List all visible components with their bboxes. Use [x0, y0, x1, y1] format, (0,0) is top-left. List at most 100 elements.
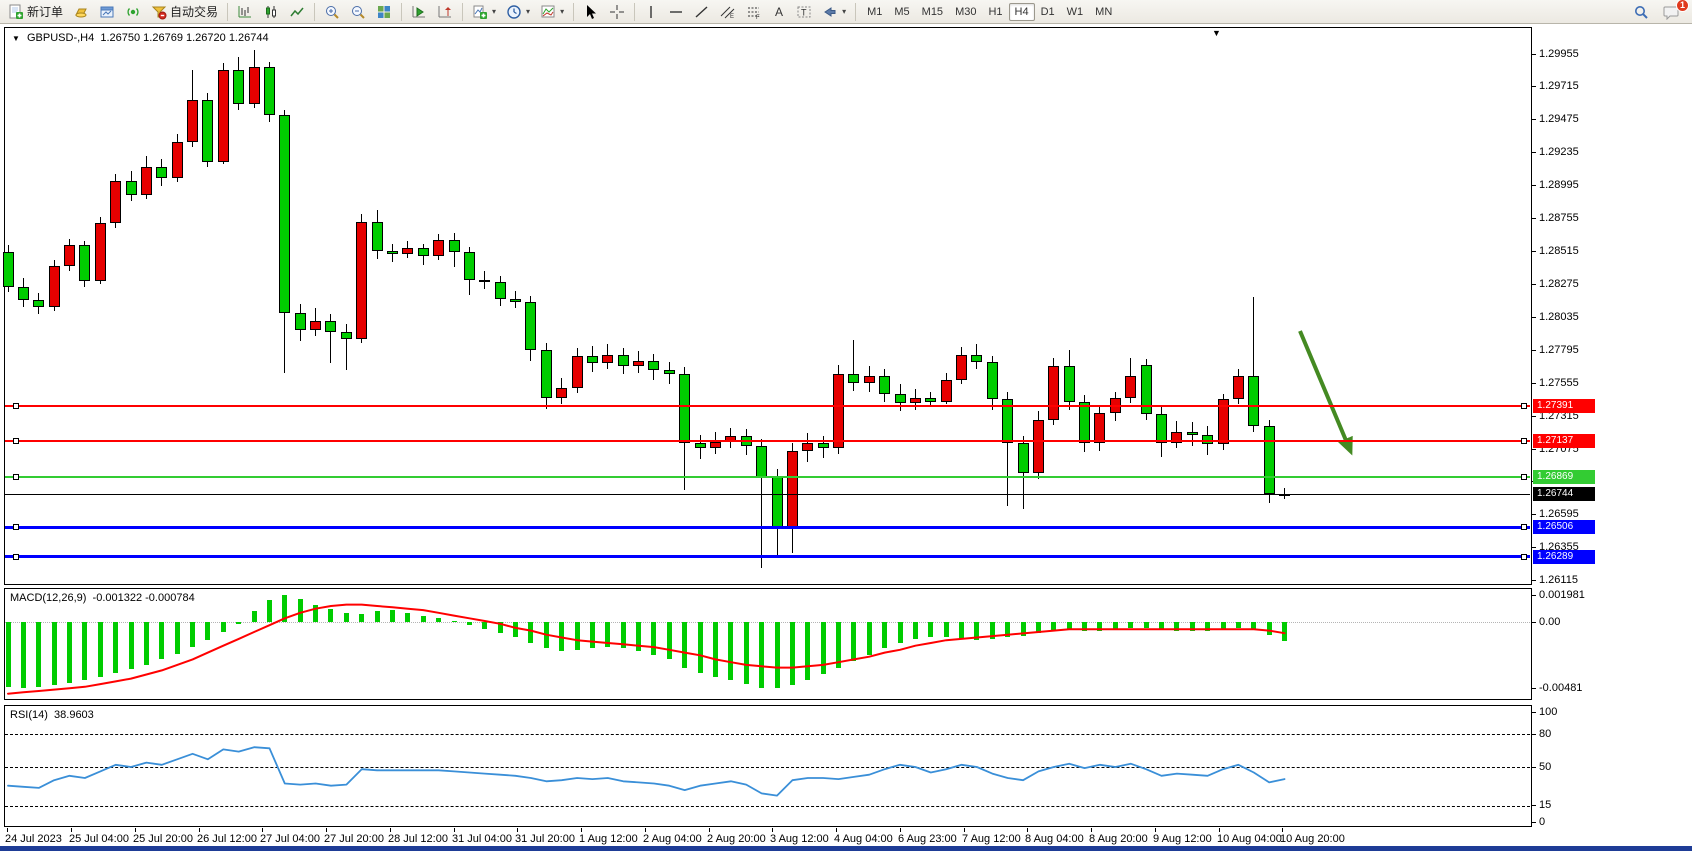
line-handle[interactable]: [13, 438, 19, 444]
rsi-level-line: [5, 806, 1530, 807]
object-hline[interactable]: [5, 476, 1530, 478]
candle-body: [202, 100, 213, 162]
macd-histogram-bar: [898, 622, 903, 643]
vertical-line-tool-button[interactable]: [640, 2, 662, 22]
timeframe-button-m30[interactable]: M30: [949, 3, 982, 21]
time-tick-mark: [836, 828, 837, 832]
macd-histogram-bar: [144, 622, 149, 664]
timeframe-button-m5[interactable]: M5: [888, 3, 915, 21]
candle-body: [1156, 414, 1167, 443]
periods-button[interactable]: ▾: [502, 2, 534, 22]
object-hline[interactable]: [5, 440, 1530, 442]
price-chart-pane[interactable]: [4, 27, 1532, 585]
line-handle[interactable]: [13, 554, 19, 560]
cursor-tool-button[interactable]: [579, 2, 603, 22]
line-handle[interactable]: [1521, 403, 1527, 409]
rsi-pane[interactable]: [4, 705, 1532, 827]
dropdown-caret-icon: ▾: [526, 7, 530, 16]
indicators-button[interactable]: ▾: [468, 2, 500, 22]
timeframe-button-h1[interactable]: H1: [982, 3, 1008, 21]
timeframe-button-m1[interactable]: M1: [861, 3, 888, 21]
timeframe-button-w1[interactable]: W1: [1061, 3, 1090, 21]
time-tick-mark: [900, 828, 901, 832]
line-handle[interactable]: [13, 524, 19, 530]
object-hline[interactable]: [5, 526, 1530, 529]
macd-histogram-bar: [544, 622, 549, 648]
line-handle[interactable]: [1521, 524, 1527, 530]
vertical-line-icon: [644, 4, 658, 20]
price-tick-mark: [1532, 119, 1536, 120]
notifications-button[interactable]: 1: [1659, 2, 1684, 22]
svg-text:T: T: [801, 7, 807, 17]
candle-body: [987, 362, 998, 399]
timeframe-button-m15[interactable]: M15: [916, 3, 949, 21]
tile-windows-button[interactable]: [372, 2, 396, 22]
macd-histogram-bar: [1251, 622, 1256, 629]
line-handle[interactable]: [1521, 474, 1527, 480]
line-handle[interactable]: [13, 474, 19, 480]
zoom-in-button[interactable]: [320, 2, 344, 22]
collapse-triangle-icon[interactable]: ▼: [12, 34, 20, 43]
candle-body: [418, 248, 429, 256]
macd-histogram-bar: [821, 622, 826, 674]
timeframe-button-h4[interactable]: H4: [1009, 3, 1035, 21]
chart-shift-button[interactable]: [433, 2, 457, 22]
chart-shift-marker[interactable]: ▼: [1212, 28, 1221, 38]
candle-body: [510, 299, 521, 302]
line-chart-mode-button[interactable]: [285, 2, 309, 22]
text-tool-button[interactable]: A: [768, 2, 790, 22]
macd-histogram-bar: [775, 622, 780, 688]
zoom-out-button[interactable]: [346, 2, 370, 22]
arrows-tool-button[interactable]: ▾: [818, 2, 850, 22]
templates-button[interactable]: ▾: [536, 2, 568, 22]
object-hline[interactable]: [5, 405, 1530, 407]
time-tick-label: 8 Aug 20:00: [1089, 833, 1148, 845]
trendline-tool-button[interactable]: [690, 2, 714, 22]
macd-histogram-bar: [1021, 622, 1026, 636]
candle-body: [156, 167, 167, 178]
macd-histogram-bar: [1174, 622, 1179, 630]
profiles-button[interactable]: [69, 2, 93, 22]
horizontal-line-tool-button[interactable]: [664, 2, 688, 22]
text-label-tool-button[interactable]: T: [792, 2, 816, 22]
autotrade-button[interactable]: 自动交易: [147, 2, 222, 22]
macd-pane[interactable]: [4, 588, 1532, 700]
rsi-tick-label: 50: [1539, 761, 1551, 773]
candle-body: [1018, 443, 1029, 473]
line-handle[interactable]: [1521, 438, 1527, 444]
crosshair-tool-button[interactable]: [605, 2, 629, 22]
macd-name: MACD(12,26,9): [10, 592, 86, 604]
candle-body: [95, 223, 106, 281]
bar-chart-mode-button[interactable]: [233, 2, 257, 22]
object-hline[interactable]: [5, 555, 1530, 558]
price-tick-label: 1.29715: [1539, 80, 1579, 92]
timeframe-button-d1[interactable]: D1: [1035, 3, 1061, 21]
search-button[interactable]: [1629, 2, 1653, 22]
macd-histogram-bar: [1282, 622, 1287, 640]
fibonacci-tool-button[interactable]: F: [742, 2, 766, 22]
macd-zero-line: [5, 622, 1530, 623]
macd-histogram-bar: [1005, 622, 1010, 637]
charts-button[interactable]: [95, 2, 119, 22]
candle-chart-mode-button[interactable]: [259, 2, 283, 22]
charts-icon: [99, 4, 115, 20]
auto-scroll-icon: [411, 4, 427, 20]
toolbar-separator: [401, 3, 402, 21]
auto-scroll-button[interactable]: [407, 2, 431, 22]
timeframe-button-mn[interactable]: MN: [1089, 3, 1118, 21]
macd-histogram-bar: [698, 622, 703, 673]
time-tick-mark: [1091, 828, 1092, 832]
candle-body: [433, 240, 444, 256]
toolbar-separator: [573, 3, 574, 21]
candle-body: [218, 70, 229, 162]
macd-histogram-bar: [913, 622, 918, 638]
macd-histogram-bar: [52, 622, 57, 685]
macd-histogram-bar: [267, 600, 272, 622]
signals-button[interactable]: [121, 2, 145, 22]
fibonacci-icon: F: [746, 4, 762, 20]
equidistant-channel-tool-button[interactable]: E: [716, 2, 740, 22]
line-handle[interactable]: [1521, 554, 1527, 560]
candle-body: [848, 374, 859, 382]
new-order-button[interactable]: 新订单: [4, 2, 67, 22]
line-handle[interactable]: [13, 403, 19, 409]
